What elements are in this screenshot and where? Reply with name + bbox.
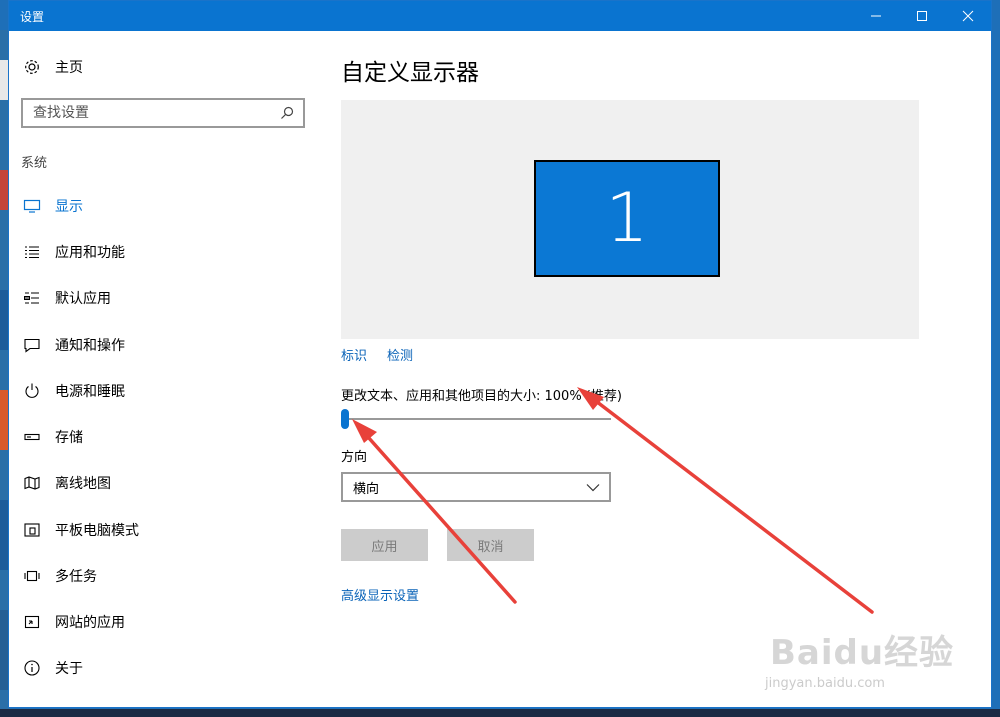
sidebar-item-notifications[interactable]: 通知和操作 <box>9 325 319 365</box>
sidebar-item-label: 应用和功能 <box>55 245 125 261</box>
tablet-icon <box>22 520 42 540</box>
taskbar <box>0 709 1000 717</box>
identify-link[interactable]: 标识 <box>341 345 367 364</box>
list-icon <box>22 242 42 262</box>
close-icon <box>962 10 974 22</box>
advanced-display-settings-link[interactable]: 高级显示设置 <box>341 585 419 604</box>
orientation-label: 方向 <box>341 450 368 465</box>
scale-slider[interactable] <box>341 409 611 429</box>
web-apps-icon <box>22 612 42 632</box>
sidebar-item-apps-features[interactable]: 应用和功能 <box>9 232 319 272</box>
chevron-down-icon <box>581 483 605 492</box>
minimize-icon <box>871 15 881 17</box>
sidebar-item-label: 显示 <box>55 199 83 215</box>
watermark-sub: jingyan.baidu.com <box>765 676 885 691</box>
default-apps-icon <box>22 288 42 308</box>
search-box[interactable] <box>21 98 305 128</box>
sidebar-item-label: 存储 <box>55 430 83 446</box>
sidebar-item-multitasking[interactable]: 多任务 <box>9 556 319 596</box>
search-icon[interactable] <box>275 101 299 125</box>
gear-icon <box>25 60 39 74</box>
slider-track[interactable] <box>341 418 611 420</box>
maximize-button[interactable] <box>899 1 945 31</box>
map-icon <box>22 473 42 493</box>
sidebar-item-offline-maps[interactable]: 离线地图 <box>9 463 319 503</box>
apply-button[interactable]: 应用 <box>341 529 428 561</box>
sidebar-item-label: 平板电脑模式 <box>55 523 139 539</box>
sidebar-item-tablet-mode[interactable]: 平板电脑模式 <box>9 510 319 550</box>
orientation-dropdown[interactable]: 横向 <box>341 472 611 502</box>
cancel-button[interactable]: 取消 <box>447 529 534 561</box>
close-button[interactable] <box>945 1 991 31</box>
sidebar-item-label: 电源和睡眠 <box>55 384 125 400</box>
watermark: Baidu经验 jingyan.baidu.com <box>762 600 992 700</box>
info-icon <box>22 658 42 678</box>
multitask-icon <box>22 566 42 586</box>
monitor-number: 1 <box>605 179 649 258</box>
sidebar-item-label: 多任务 <box>55 569 97 585</box>
monitor-icon <box>22 196 42 216</box>
display-links: 标识 检测 <box>341 345 413 364</box>
monitor-tile[interactable]: 1 <box>534 160 720 277</box>
section-label-system: 系统 <box>21 156 48 171</box>
sidebar: 主页 系统 显示 应用和功能 默认应用 <box>9 31 319 707</box>
sidebar-item-label: 离线地图 <box>55 476 111 492</box>
sidebar-item-about[interactable]: 关于 <box>9 648 319 688</box>
sidebar-item-label: 通知和操作 <box>55 338 125 354</box>
sidebar-item-power-sleep[interactable]: 电源和睡眠 <box>9 371 319 411</box>
sidebar-item-storage[interactable]: 存储 <box>9 417 319 457</box>
watermark-main: Baidu经验 <box>770 633 955 673</box>
power-icon <box>22 381 42 401</box>
detect-link[interactable]: 检测 <box>387 345 413 364</box>
display-preview: 1 <box>341 100 919 339</box>
home-label: 主页 <box>55 60 83 76</box>
sidebar-item-label: 默认应用 <box>55 291 111 307</box>
notification-icon <box>22 335 42 355</box>
scale-label: 更改文本、应用和其他项目的大小: 100% (推荐) <box>341 389 622 404</box>
orientation-value: 横向 <box>353 481 380 497</box>
sidebar-item-default-apps[interactable]: 默认应用 <box>9 278 319 318</box>
slider-thumb[interactable] <box>341 409 349 429</box>
home-nav-item[interactable]: 主页 <box>23 57 83 77</box>
sidebar-item-label: 网站的应用 <box>55 615 125 631</box>
sidebar-item-label: 关于 <box>55 661 83 677</box>
window-title: 设置 <box>20 9 45 24</box>
search-input[interactable] <box>31 100 275 126</box>
sidebar-item-web-apps[interactable]: 网站的应用 <box>9 602 319 642</box>
page-title: 自定义显示器 <box>341 60 479 86</box>
minimize-button[interactable] <box>853 1 899 31</box>
storage-icon <box>22 427 42 447</box>
sidebar-item-display[interactable]: 显示 <box>9 186 319 226</box>
title-bar: 设置 <box>9 1 991 31</box>
maximize-icon <box>917 11 927 21</box>
